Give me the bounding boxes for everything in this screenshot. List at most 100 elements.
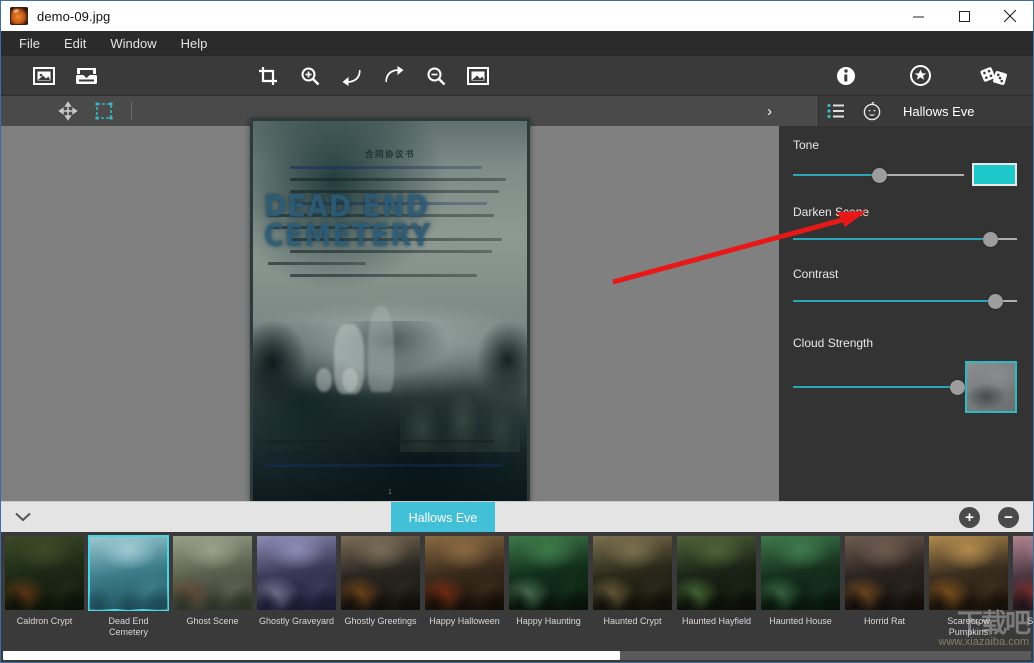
tone-slider[interactable] [793, 166, 964, 184]
preset-thumbnail-image [929, 536, 1008, 610]
effect-settings-icon [909, 65, 931, 86]
tone-knob[interactable] [871, 167, 887, 183]
preset-thumbnail-label: Dead End Cemetery [108, 616, 149, 637]
preset-thumbnail-silhouette [1013, 575, 1033, 610]
preset-thumbnail[interactable]: Spooky Tree [1012, 536, 1033, 627]
dice-button[interactable] [973, 59, 1015, 93]
list-view-button[interactable] [817, 103, 855, 119]
remove-preset-button[interactable]: − [998, 507, 1019, 528]
menu-help[interactable]: Help [169, 33, 220, 54]
strip-tab-hallows-eve[interactable]: Hallows Eve [391, 502, 495, 533]
workspace: 合同协议书 DEAD END CEMETERY 1 Tone Darken Sc… [1, 117, 1033, 510]
undo-icon [342, 69, 361, 86]
preset-thumbnail[interactable]: Ghostly Greetings [340, 536, 421, 627]
info-button[interactable] [825, 59, 867, 93]
selection-tool-button[interactable] [89, 98, 119, 124]
preset-thumbnail-label: Haunted House [769, 616, 832, 626]
move-tool-button[interactable] [53, 98, 83, 124]
preset-thumbnail[interactable]: Caldron Crypt [4, 536, 85, 627]
collapse-strip-button[interactable] [1, 512, 45, 522]
undo-button[interactable] [331, 59, 373, 93]
preset-thumbnail-silhouette [5, 575, 84, 610]
fit-image-icon [467, 66, 489, 85]
preset-thumbnail-silhouette [845, 575, 924, 610]
window-title: demo-09.jpg [37, 8, 111, 24]
contrast-slider[interactable] [793, 292, 1017, 310]
tone-fill [793, 173, 879, 176]
contrast-label: Contrast [793, 267, 839, 281]
preset-thumbnail-label: Ghostly Greetings [344, 616, 417, 626]
preset-thumbnail-label: Scarecrow Pumpkins [947, 616, 990, 637]
pumpkin-app-icon [10, 7, 28, 25]
contrast-knob[interactable] [987, 294, 1003, 309]
preset-thumbnail-image [593, 536, 672, 610]
preset-strip-bar: Hallows Eve + − [1, 501, 1033, 533]
zoom-in-icon [301, 67, 320, 85]
zoom-in-button[interactable] [289, 59, 331, 93]
menu-window[interactable]: Window [98, 33, 168, 54]
open-image-icon [33, 66, 55, 85]
preset-thumbnail[interactable]: Dead End Cemetery [88, 535, 169, 638]
thumbnail-scrollbar[interactable] [3, 651, 1031, 660]
preset-thumbnail[interactable]: Ghostly Graveyard [256, 536, 337, 627]
strip-actions: + − [959, 502, 1019, 533]
preset-thumbnail[interactable]: Happy Halloween [424, 536, 505, 627]
redo-icon [385, 65, 404, 82]
expand-toolbar-button[interactable]: › [767, 96, 772, 126]
crop-button[interactable] [247, 59, 289, 93]
effect-settings-panel: Tone Darken Scene Contrast Cloud Strengt… [779, 126, 1033, 501]
preset-thumbnail[interactable]: Happy Haunting [508, 536, 589, 627]
tone-color-swatch[interactable] [972, 163, 1017, 186]
thumbnail-scrollbar-handle[interactable] [3, 651, 620, 660]
darken-scene-slider[interactable] [793, 230, 1017, 248]
minimize-icon [912, 16, 924, 17]
preset-thumbnail-image [5, 536, 84, 610]
list-view-icon [827, 103, 844, 119]
preset-thumbnail-label: Ghostly Graveyard [258, 616, 335, 626]
fit-image-button[interactable] [457, 59, 499, 93]
save-image-button[interactable] [65, 59, 107, 93]
preset-thumbnail-silhouette [929, 575, 1008, 610]
close-icon [1004, 10, 1016, 22]
control-darken-scene: Darken Scene [793, 205, 1017, 248]
cloud-strength-fill [793, 386, 957, 388]
zoom-out-button[interactable] [415, 59, 457, 93]
darken-scene-knob[interactable] [983, 232, 999, 247]
preset-thumbnail[interactable]: Horrid Rat [844, 536, 925, 627]
redo-button[interactable] [373, 59, 415, 93]
image-canvas[interactable]: 合同协议书 DEAD END CEMETERY 1 [1, 117, 779, 510]
preset-thumbnail-silhouette [425, 575, 504, 610]
open-image-button[interactable] [23, 59, 65, 93]
preset-thumbnail-label: Horrid Rat [863, 616, 905, 626]
primary-toolbar [1, 56, 1033, 96]
maximize-button[interactable] [941, 1, 987, 31]
preset-thumbnail-image [509, 536, 588, 610]
cloud-strength-label: Cloud Strength [793, 336, 874, 350]
control-tone: Tone [793, 138, 1017, 186]
preset-thumbnail-label: Ghost Scene [186, 616, 239, 626]
preset-thumbnail[interactable]: Haunted Crypt [592, 536, 673, 627]
preset-thumbnail-image [761, 536, 840, 610]
cloud-texture-swatch[interactable] [965, 361, 1017, 413]
preset-thumbnail-image [425, 536, 504, 610]
pumpkin-glyph [863, 101, 881, 121]
menu-file[interactable]: File [7, 33, 52, 54]
effect-settings-button[interactable] [899, 59, 941, 93]
preset-thumbnail[interactable]: Haunted Hayfield [676, 536, 757, 627]
preset-thumbnail[interactable]: Haunted House [760, 536, 841, 627]
add-preset-button[interactable]: + [959, 507, 980, 528]
preset-thumbnail-silhouette [677, 575, 756, 610]
minimize-button[interactable] [895, 1, 941, 31]
preset-thumbnail-image [845, 536, 924, 610]
preset-thumbnail[interactable]: Ghost Scene [172, 536, 253, 627]
preset-thumbnail[interactable]: Scarecrow Pumpkins [928, 536, 1009, 638]
preset-thumbnail-strip[interactable]: Caldron Crypt Dead End Cemetery Ghost Scen… [1, 532, 1033, 662]
edited-photo[interactable]: 合同协议书 DEAD END CEMETERY 1 [250, 117, 530, 510]
close-button[interactable] [987, 1, 1033, 31]
preset-thumbnail-silhouette [89, 575, 168, 610]
cloud-strength-knob[interactable] [950, 380, 965, 395]
preset-thumbnail-label: Spooky Tree [1027, 616, 1033, 626]
cloud-strength-slider[interactable] [793, 378, 965, 396]
menu-edit[interactable]: Edit [52, 33, 98, 54]
toolbar-divider [131, 102, 132, 120]
